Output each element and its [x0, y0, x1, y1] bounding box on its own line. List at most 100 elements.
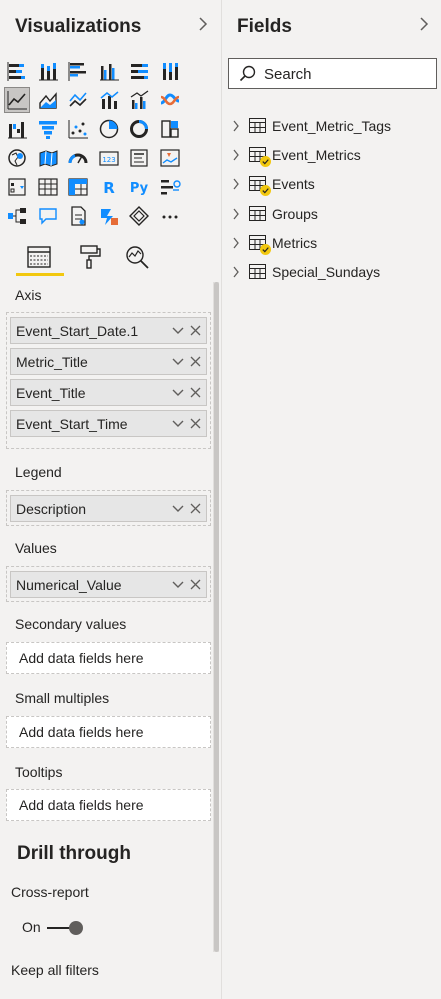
stacked-area-chart-glyph [69, 92, 87, 107]
kpi-icon[interactable] [157, 145, 183, 171]
axis-well[interactable]: Event_Start_Date.1 Metric_Title Event_Ti… [6, 312, 211, 449]
key-influencers-icon[interactable] [157, 174, 183, 200]
matrix-icon[interactable] [65, 174, 91, 200]
expand-chevron-icon[interactable] [232, 265, 240, 279]
waterfall-chart-icon[interactable] [4, 116, 30, 142]
values-field-chip[interactable]: Numerical_Value [10, 571, 207, 598]
donut-chart-icon[interactable] [126, 116, 152, 142]
stacked-column-chart-glyph [38, 63, 58, 81]
axis-field-chip[interactable]: Event_Start_Time [10, 410, 207, 437]
analytics-magnifier-icon [126, 246, 149, 269]
expand-chevron-icon[interactable] [232, 177, 240, 191]
area-chart-icon[interactable] [35, 87, 61, 113]
100-stacked-column-chart-icon[interactable] [157, 58, 183, 84]
legend-label: Legend [15, 464, 62, 480]
field-table-item[interactable]: Metrics [232, 233, 432, 255]
clustered-column-chart-glyph [99, 64, 119, 81]
python-visual-glyph: Py [130, 181, 149, 196]
waterfall-chart-glyph [8, 122, 27, 139]
legend-field-chip[interactable]: Description [10, 495, 207, 522]
field-table-name: Events [272, 176, 315, 193]
legend-well[interactable]: Description [6, 490, 211, 526]
collapse-visualizations-chevron-icon[interactable] [196, 14, 210, 34]
multi-row-card-glyph [130, 149, 148, 167]
collapse-fields-chevron-icon[interactable] [417, 14, 431, 34]
field-table-name: Event_Metrics [272, 147, 361, 164]
field-table-item[interactable]: Events [232, 174, 432, 197]
filled-map-icon[interactable] [35, 145, 61, 171]
expand-chevron-icon[interactable] [232, 236, 240, 250]
paginated-report-icon[interactable] [65, 203, 91, 229]
chevron-down-icon[interactable] [172, 504, 184, 514]
card-icon[interactable]: 123 [96, 145, 122, 171]
line-and-stacked-column-chart-icon[interactable] [96, 87, 122, 113]
format-tab[interactable] [72, 240, 106, 274]
cross-report-toggle-knob[interactable] [69, 921, 83, 935]
expand-chevron-icon[interactable] [232, 148, 240, 162]
chevron-down-icon[interactable] [172, 357, 184, 367]
100-stacked-bar-chart-icon[interactable] [126, 58, 152, 84]
chevron-down-icon[interactable] [172, 580, 184, 590]
100-stacked-bar-chart-glyph [131, 64, 148, 79]
axis-field-chip[interactable]: Event_Start_Date.1 [10, 317, 207, 344]
axis-field-chip[interactable]: Event_Title [10, 379, 207, 406]
pie-chart-icon[interactable] [96, 116, 122, 142]
add-fields-placeholder: Add data fields here [19, 797, 144, 813]
remove-field-icon[interactable] [190, 387, 201, 398]
decomposition-tree-icon[interactable] [4, 203, 30, 229]
more-visuals-icon[interactable] [157, 203, 183, 229]
field-table-item[interactable]: Special_Sundays [232, 262, 432, 284]
remove-field-icon[interactable] [190, 579, 201, 590]
slicer-icon[interactable] [4, 174, 30, 200]
clustered-column-chart-icon[interactable] [96, 58, 122, 84]
stacked-area-chart-icon[interactable] [65, 87, 91, 113]
expand-chevron-icon[interactable] [232, 119, 240, 133]
field-table-item[interactable]: Groups [232, 204, 432, 226]
gauge-icon[interactable] [65, 145, 91, 171]
line-and-clustered-column-chart-icon[interactable] [126, 87, 152, 113]
axis-field-chip[interactable]: Metric_Title [10, 348, 207, 375]
remove-field-icon[interactable] [190, 325, 201, 336]
tooltips-well[interactable]: Add data fields here [6, 789, 211, 821]
small-multiples-well[interactable]: Add data fields here [6, 716, 211, 748]
power-automate-icon[interactable] [96, 203, 122, 229]
field-table-item[interactable]: Event_Metric_Tags [232, 116, 432, 138]
scrollbar-thumb[interactable] [214, 282, 219, 952]
remove-field-icon[interactable] [190, 503, 201, 514]
values-well[interactable]: Numerical_Value [6, 566, 211, 602]
diamond-visual-icon[interactable] [126, 203, 152, 229]
field-table-item[interactable]: Event_Metrics [232, 145, 432, 168]
visualizations-title: Visualizations [15, 16, 142, 37]
chevron-down-icon[interactable] [172, 419, 184, 429]
analytics-tab[interactable] [120, 240, 154, 274]
map-icon[interactable] [4, 145, 30, 171]
stacked-bar-chart-icon[interactable] [4, 58, 30, 84]
clustered-bar-chart-glyph [68, 62, 86, 81]
clustered-bar-chart-icon[interactable] [65, 58, 91, 84]
expand-chevron-icon[interactable] [232, 207, 240, 221]
fields-search-box[interactable]: Search [228, 58, 437, 89]
multi-row-card-icon[interactable] [126, 145, 152, 171]
ribbon-chart-icon[interactable] [157, 87, 183, 113]
field-table-name: Groups [272, 205, 318, 222]
qa-visual-icon[interactable] [35, 203, 61, 229]
remove-field-icon[interactable] [190, 356, 201, 367]
scatter-chart-icon[interactable] [65, 116, 91, 142]
chevron-down-icon[interactable] [172, 388, 184, 398]
paginated-report-glyph [71, 206, 86, 226]
chevron-down-icon[interactable] [172, 326, 184, 336]
map-glyph [8, 149, 26, 167]
python-visual-icon[interactable]: Py [126, 174, 152, 200]
kpi-glyph [159, 149, 180, 167]
funnel-chart-icon[interactable] [35, 116, 61, 142]
remove-field-icon[interactable] [190, 418, 201, 429]
secondary-values-well[interactable]: Add data fields here [6, 642, 211, 674]
table-icon[interactable] [35, 174, 61, 200]
line-and-stacked-column-chart-glyph [100, 91, 118, 109]
treemap-icon[interactable] [157, 116, 183, 142]
line-chart-icon[interactable] [4, 87, 30, 113]
stacked-column-chart-icon[interactable] [35, 58, 61, 84]
fields-tab[interactable] [22, 240, 56, 274]
table-icon [249, 118, 266, 133]
r-script-visual-icon[interactable]: R [96, 174, 122, 200]
